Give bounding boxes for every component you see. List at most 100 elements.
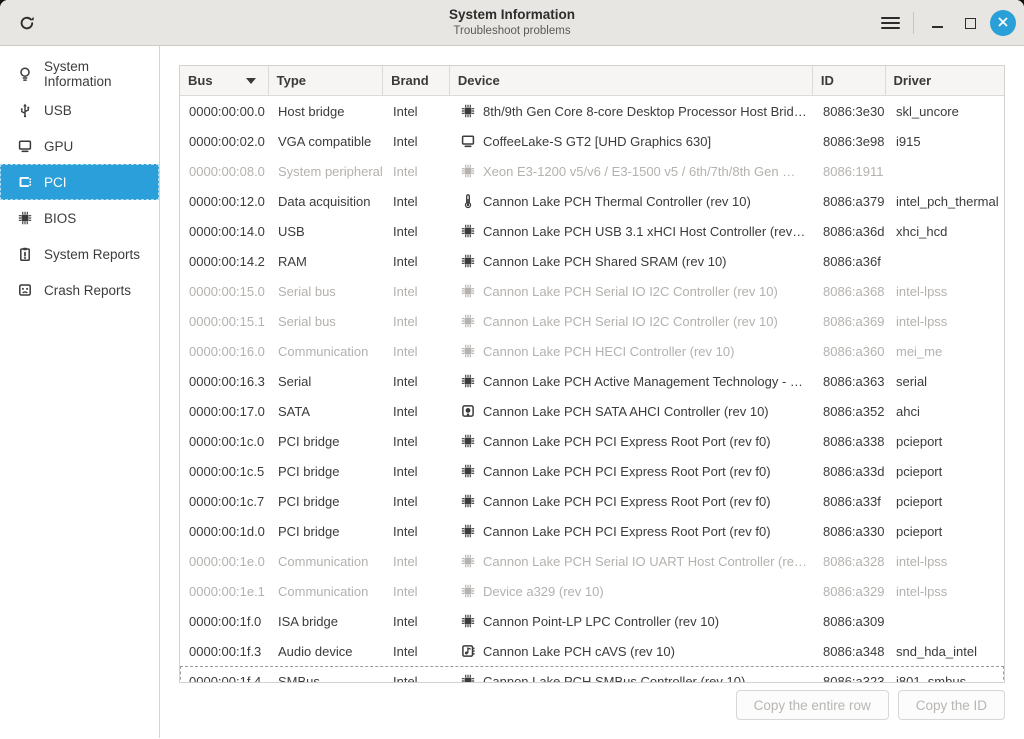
column-header-brand[interactable]: Brand [383, 66, 450, 95]
table-row[interactable]: 0000:00:00.0Host bridgeIntel8th/9th Gen … [180, 96, 1004, 126]
table-row[interactable]: 0000:00:1e.1CommunicationIntelDevice a32… [180, 576, 1004, 606]
table-row[interactable]: 0000:00:1e.0CommunicationIntelCannon Lak… [180, 546, 1004, 576]
sidebar-item-usb[interactable]: USB [0, 92, 159, 128]
column-header-bus[interactable]: Bus [180, 66, 269, 95]
action-footer: Copy the entire row Copy the ID [736, 690, 1005, 720]
cell-id: 8086:a36d [815, 224, 888, 239]
chip-icon [460, 493, 476, 509]
sidebar-item-crash-reports[interactable]: Crash Reports [0, 272, 159, 308]
table-row[interactable]: 0000:00:14.0USBIntelCannon Lake PCH USB … [180, 216, 1004, 246]
refresh-button[interactable] [14, 11, 40, 37]
cell-id: 8086:a329 [815, 584, 888, 599]
cell-device: Cannon Lake PCH Thermal Controller (rev … [452, 193, 815, 209]
cell-id: 8086:a360 [815, 344, 888, 359]
cell-device: Cannon Lake PCH cAVS (rev 10) [452, 643, 815, 659]
table-row[interactable]: 0000:00:1d.0PCI bridgeIntelCannon Lake P… [180, 516, 1004, 546]
cell-type: RAM [270, 254, 385, 269]
table-row[interactable]: 0000:00:1c.5PCI bridgeIntelCannon Lake P… [180, 456, 1004, 486]
cell-brand: Intel [385, 104, 452, 119]
column-label: Brand [391, 73, 429, 88]
chip-icon [460, 553, 476, 569]
cell-driver: pcieport [888, 524, 1004, 539]
sidebar-item-pci[interactable]: PCI [0, 164, 159, 200]
sidebar-item-bios[interactable]: BIOS [0, 200, 159, 236]
table-row[interactable]: 0000:00:1c.0PCI bridgeIntelCannon Lake P… [180, 426, 1004, 456]
table-row[interactable]: 0000:00:16.3SerialIntelCannon Lake PCH A… [180, 366, 1004, 396]
cell-type: SATA [270, 404, 385, 419]
display-icon [16, 138, 34, 154]
close-button[interactable] [990, 10, 1016, 36]
cell-brand: Intel [385, 194, 452, 209]
table-row[interactable]: 0000:00:1c.7PCI bridgeIntelCannon Lake P… [180, 486, 1004, 516]
column-label: ID [821, 73, 834, 88]
sidebar-item-label: BIOS [44, 211, 76, 226]
table-row[interactable]: 0000:00:1f.0ISA bridgeIntelCannon Point-… [180, 606, 1004, 636]
device-name: Cannon Lake PCH PCI Express Root Port (r… [483, 524, 771, 539]
cell-device: Xeon E3-1200 v5/v6 / E3-1500 v5 / 6th/7t… [452, 163, 815, 179]
cell-id: 8086:a368 [815, 284, 888, 299]
cell-brand: Intel [385, 584, 452, 599]
cell-type: Serial bus [270, 314, 385, 329]
cell-device: Cannon Lake PCH SMBus Controller (rev 10… [452, 673, 815, 682]
device-name: Cannon Lake PCH SMBus Controller (rev 10… [483, 674, 745, 683]
table-row[interactable]: 0000:00:17.0SATAIntelCannon Lake PCH SAT… [180, 396, 1004, 426]
cell-brand: Intel [385, 494, 452, 509]
cell-type: PCI bridge [270, 434, 385, 449]
column-header-id[interactable]: ID [813, 66, 886, 95]
menu-button[interactable] [877, 10, 903, 36]
table-row[interactable]: 0000:00:12.0Data acquisitionIntelCannon … [180, 186, 1004, 216]
window-controls [877, 0, 1016, 46]
device-name: Cannon Lake PCH SATA AHCI Controller (re… [483, 404, 769, 419]
close-icon [997, 16, 1009, 31]
chip-icon [460, 313, 476, 329]
copy-id-button[interactable]: Copy the ID [898, 690, 1005, 720]
lightbulb-icon [16, 66, 34, 82]
chip-icon [460, 163, 476, 179]
minimize-button[interactable] [924, 10, 950, 36]
content-area: BusType Brand Device ID Driver 0000:00:00.0H… [160, 46, 1024, 738]
chip-icon [460, 523, 476, 539]
cell-bus: 0000:00:16.0 [181, 344, 270, 359]
device-name: Xeon E3-1200 v5/v6 / E3-1500 v5 / 6th/7t… [483, 164, 795, 179]
controls-separator [913, 12, 914, 34]
table-body: 0000:00:00.0Host bridgeIntel8th/9th Gen … [180, 96, 1004, 682]
cell-device: Cannon Lake PCH SATA AHCI Controller (re… [452, 403, 815, 419]
main-area: System InformationUSBGPUPCI BIOS System Re… [0, 46, 1024, 738]
sidebar-item-gpu[interactable]: GPU [0, 128, 159, 164]
cell-device: 8th/9th Gen Core 8-core Desktop Processo… [452, 103, 815, 119]
cell-type: Data acquisition [270, 194, 385, 209]
maximize-button[interactable] [957, 10, 983, 36]
chip-icon [460, 223, 476, 239]
sidebar-item-system-information[interactable]: System Information [0, 56, 159, 92]
chip-icon [460, 103, 476, 119]
cell-type: Serial bus [270, 284, 385, 299]
column-header-type[interactable]: Type [269, 66, 383, 95]
disk-icon [460, 403, 476, 419]
table-row[interactable]: 0000:00:1f.4SMBusIntelCannon Lake PCH SM… [180, 666, 1004, 682]
device-name: CoffeeLake-S GT2 [UHD Graphics 630] [483, 134, 711, 149]
refresh-icon [18, 14, 36, 35]
table-row[interactable]: 0000:00:02.0VGA compatibleIntelCoffeeLak… [180, 126, 1004, 156]
usb-icon [16, 102, 34, 118]
table-row[interactable]: 0000:00:08.0System peripheralIntelXeon E… [180, 156, 1004, 186]
chip-icon [460, 673, 476, 682]
sidebar-item-system-reports[interactable]: System Reports [0, 236, 159, 272]
table-row[interactable]: 0000:00:15.1Serial busIntelCannon Lake P… [180, 306, 1004, 336]
cell-bus: 0000:00:02.0 [181, 134, 270, 149]
table-row[interactable]: 0000:00:1f.3Audio deviceIntelCannon Lake… [180, 636, 1004, 666]
cell-driver: i801_smbus [888, 674, 1004, 683]
column-header-device[interactable]: Device [450, 66, 813, 95]
cell-driver: pcieport [888, 434, 1004, 449]
cell-bus: 0000:00:1e.1 [181, 584, 270, 599]
column-header-driver[interactable]: Driver [886, 66, 1004, 95]
cell-device: Device a329 (rev 10) [452, 583, 815, 599]
table-row[interactable]: 0000:00:15.0Serial busIntelCannon Lake P… [180, 276, 1004, 306]
copy-entire-row-button[interactable]: Copy the entire row [736, 690, 889, 720]
cell-type: Communication [270, 554, 385, 569]
cell-device: Cannon Point-LP LPC Controller (rev 10) [452, 613, 815, 629]
cell-driver: mei_me [888, 344, 1004, 359]
app-window: System Information Troubleshoot problems… [0, 0, 1024, 739]
table-row[interactable]: 0000:00:14.2RAMIntelCannon Lake PCH Shar… [180, 246, 1004, 276]
table-row[interactable]: 0000:00:16.0CommunicationIntelCannon Lak… [180, 336, 1004, 366]
cell-bus: 0000:00:1d.0 [181, 524, 270, 539]
